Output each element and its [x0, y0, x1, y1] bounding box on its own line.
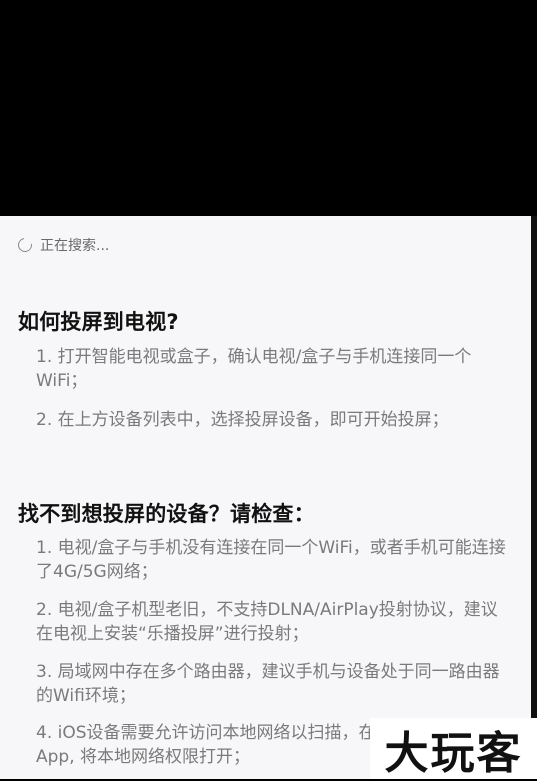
- how-to-step-2: 2. 在上方设备列表中，选择投屏设备，即可开始投屏；: [36, 410, 449, 430]
- loading-spinner-icon: [15, 235, 35, 255]
- how-to-step-1: 1. 打开智能电视或盒子，确认电视/盒子与手机连接同一个WiFi；: [36, 347, 472, 391]
- troubleshoot-item-1: 1. 电视/盒子与手机没有连接在同一个WiFi，或者手机可能连接了4G/5G网络…: [36, 538, 506, 582]
- dimmed-backdrop[interactable]: [0, 0, 537, 216]
- search-status: 正在搜索...: [15, 234, 110, 256]
- sheet-right-edge: [531, 216, 537, 779]
- troubleshoot-item-2: 2. 电视/盒子机型老旧，不支持DLNA/AirPlay投射协议，建议在电视上安…: [36, 600, 498, 644]
- troubleshoot-item-3: 3. 局域网中存在多个路由器，建议手机与设备处于同一路由器的Wifi环境；: [36, 662, 500, 706]
- watermark-logo: 大玩客: [370, 718, 537, 779]
- how-to-cast-title: 如何投屏到电视?: [18, 310, 179, 334]
- search-status-text: 正在搜索...: [40, 238, 110, 254]
- troubleshoot-title: 找不到想投屏的设备？请检查：: [18, 502, 315, 526]
